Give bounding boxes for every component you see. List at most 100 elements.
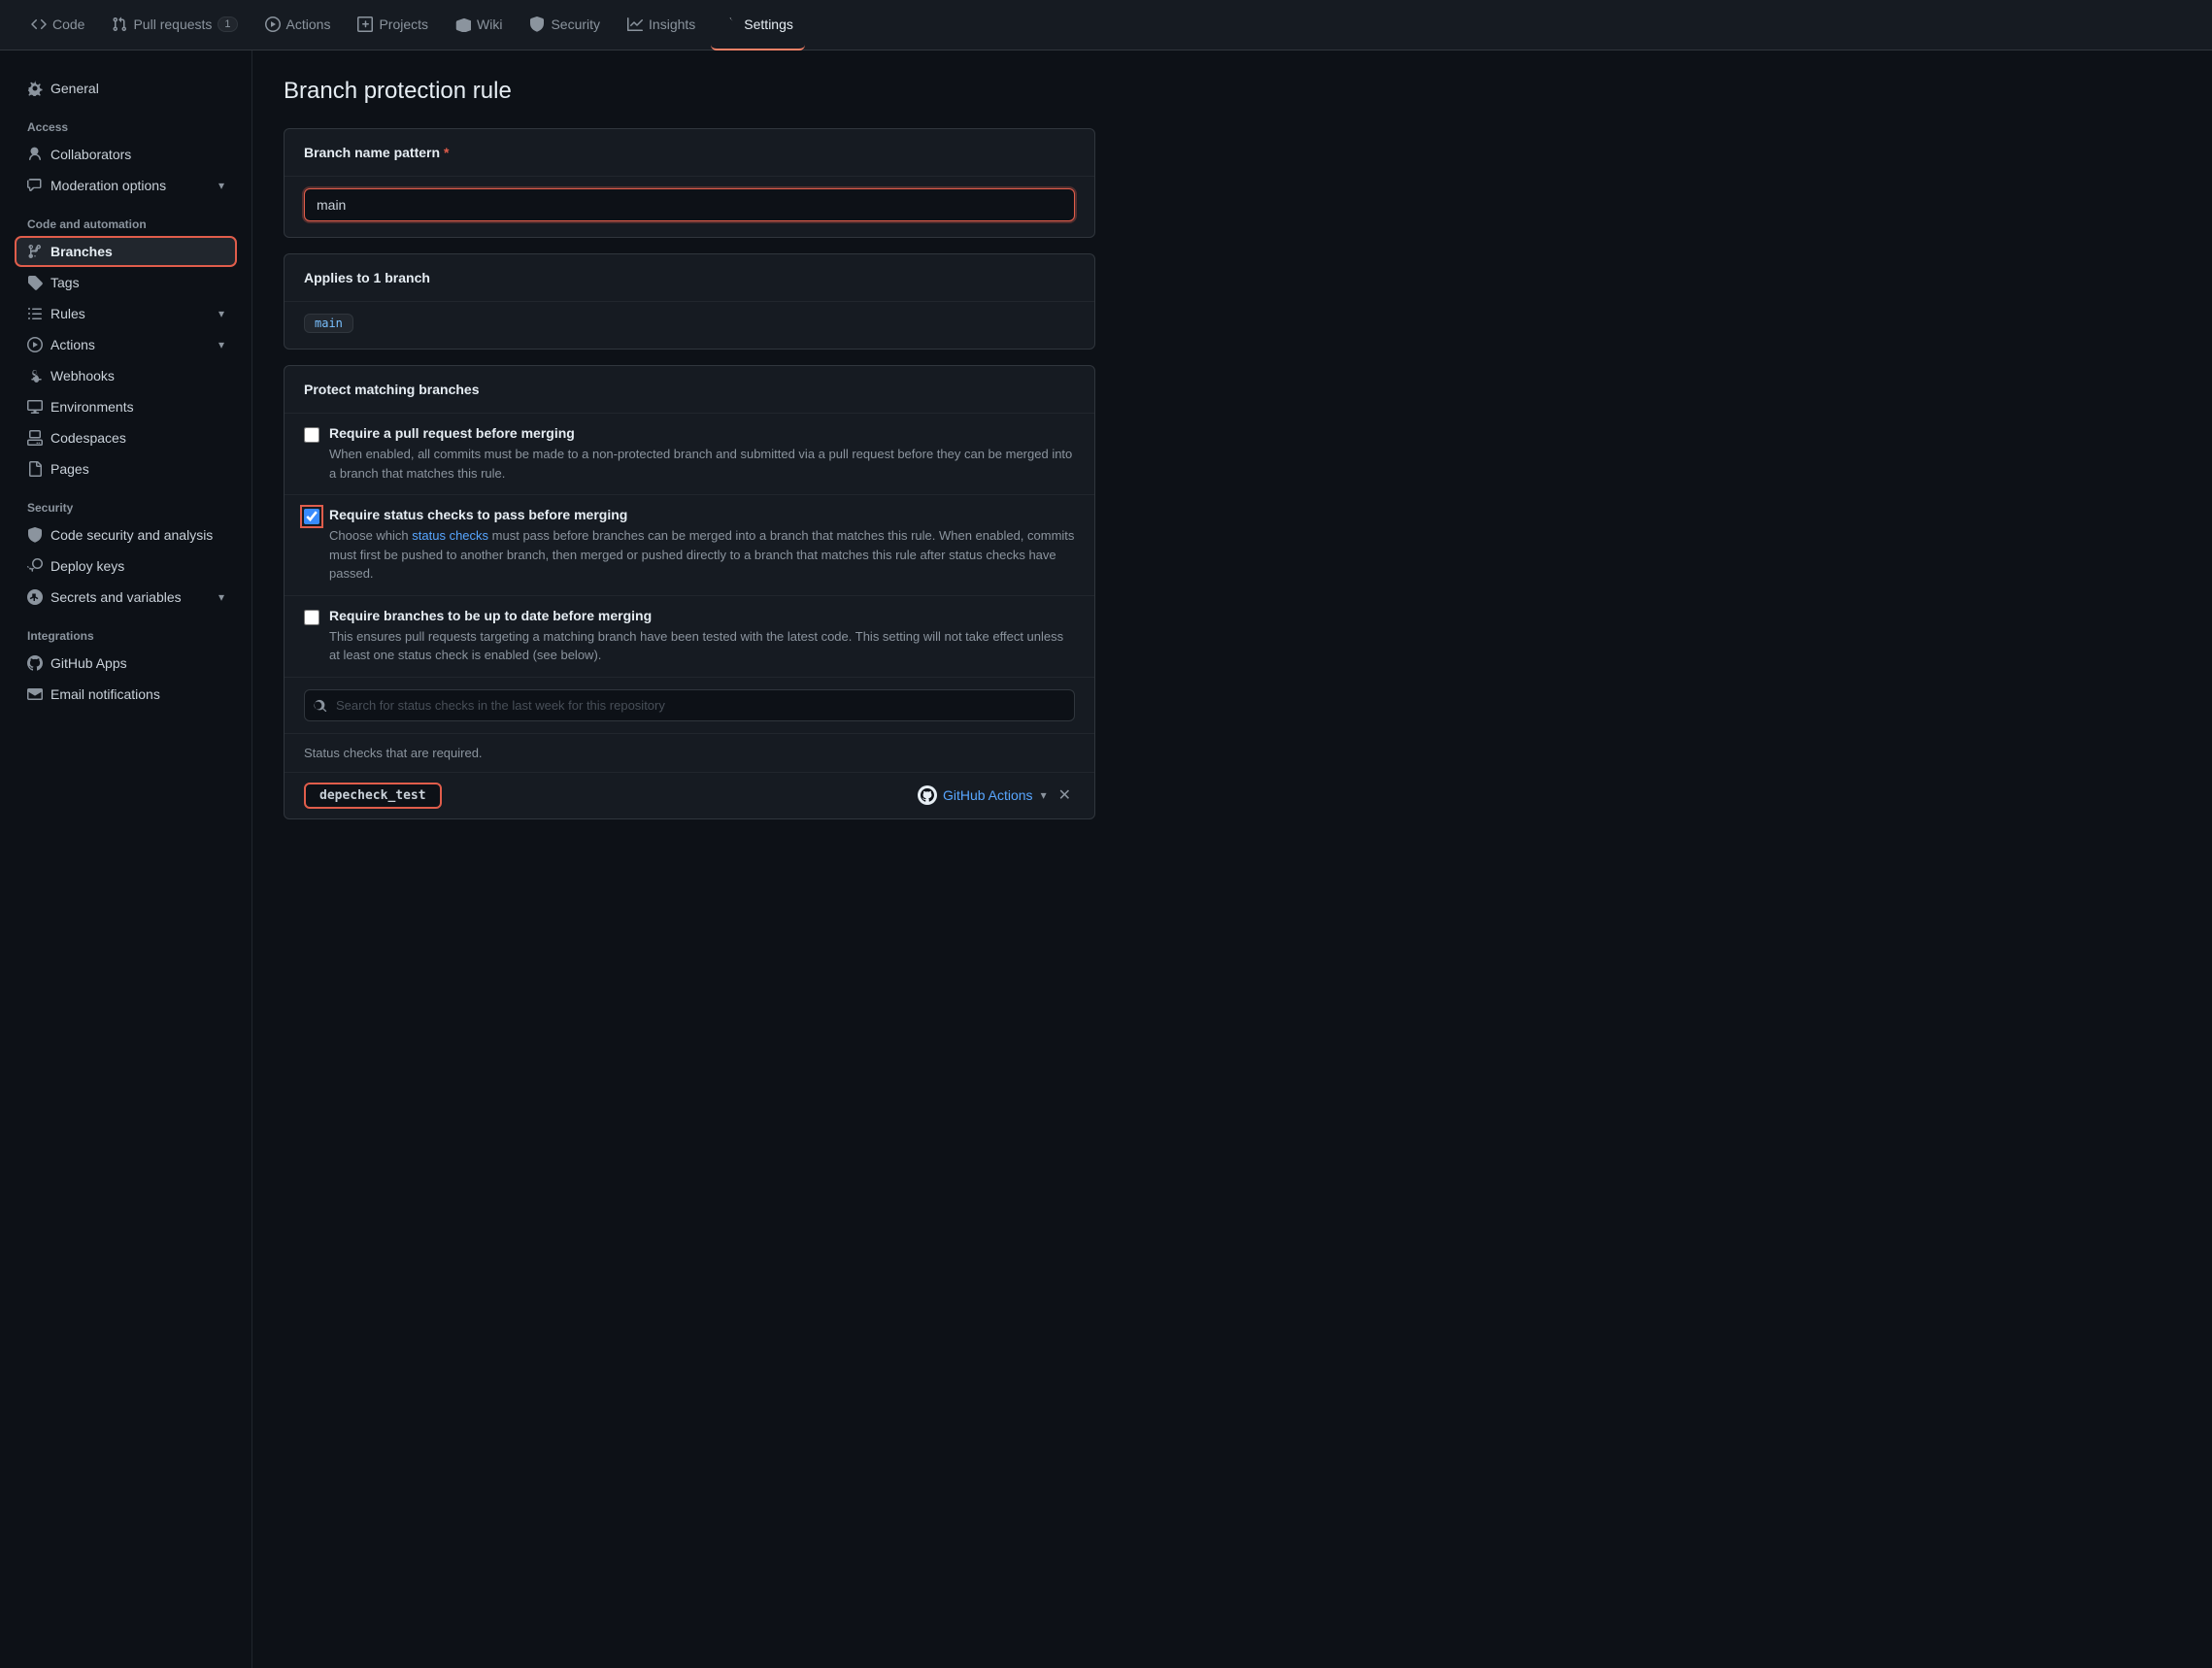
require-uptodate-label[interactable]: Require branches to be up to date before… (329, 608, 652, 623)
sidebar-webhooks-label: Webhooks (50, 368, 115, 384)
require-uptodate-desc: This ensures pull requests targeting a m… (329, 627, 1075, 665)
sidebar-code-security-label: Code security and analysis (50, 527, 213, 543)
sidebar-item-pages[interactable]: Pages (16, 454, 236, 484)
sidebar-section-access: Access (16, 105, 236, 140)
environment-icon (27, 399, 43, 415)
sidebar-item-code-security[interactable]: Code security and analysis (16, 520, 236, 550)
require-pr-label[interactable]: Require a pull request before merging (329, 425, 575, 441)
status-checks-box: Status checks that are required. (285, 734, 1094, 773)
branch-name-label: Branch name pattern (304, 145, 440, 160)
nav-code[interactable]: Code (19, 0, 96, 50)
sidebar-item-codespaces[interactable]: Codespaces (16, 423, 236, 452)
sidebar-branches-label: Branches (50, 244, 113, 259)
branch-name-input[interactable] (304, 188, 1075, 221)
status-checks-required-label: Status checks that are required. (304, 746, 483, 760)
protect-card: Protect matching branches Require a pull… (284, 365, 1095, 819)
sidebar-item-branches[interactable]: Branches (16, 237, 236, 266)
nav-wiki[interactable]: Wiki (444, 0, 514, 50)
require-status-checks-option: Require status checks to pass before mer… (285, 495, 1094, 596)
applies-card: Applies to 1 branch main (284, 253, 1095, 350)
pages-icon (27, 461, 43, 477)
apps-icon (27, 655, 43, 671)
github-actions-text: GitHub Actions (943, 787, 1033, 803)
sidebar-section-security: Security (16, 485, 236, 520)
nav-settings-label: Settings (744, 17, 793, 32)
sidebar-item-collaborators[interactable]: Collaborators (16, 140, 236, 169)
sidebar-item-email-notifications[interactable]: Email notifications (16, 680, 236, 709)
nav-code-label: Code (52, 17, 84, 32)
sidebar-item-tags[interactable]: Tags (16, 268, 236, 297)
branch-tag: main (304, 314, 353, 333)
list-icon (27, 306, 43, 321)
sidebar-environments-label: Environments (50, 399, 134, 415)
github-icon (918, 785, 937, 805)
asterisk-icon (27, 589, 43, 605)
chevron-down-icon: ▾ (218, 590, 224, 604)
top-navigation: Code Pull requests 1 Actions Projects Wi… (0, 0, 2212, 50)
branch-name-header: Branch name pattern * (285, 129, 1094, 177)
person-icon (27, 147, 43, 162)
sidebar-section-integrations: Integrations (16, 614, 236, 649)
sidebar-rules-label: Rules (50, 306, 85, 321)
search-wrapper (285, 678, 1094, 734)
sidebar-pages-label: Pages (50, 461, 89, 477)
mail-icon (27, 686, 43, 702)
sidebar-github-apps-label: GitHub Apps (50, 655, 127, 671)
sidebar-item-github-apps[interactable]: GitHub Apps (16, 649, 236, 678)
nav-pr-label: Pull requests (133, 17, 212, 32)
required-star: * (444, 145, 449, 160)
codespaces-icon (27, 430, 43, 446)
sidebar-item-actions[interactable]: Actions ▾ (16, 330, 236, 359)
shield-icon (27, 527, 43, 543)
sidebar-item-webhooks[interactable]: Webhooks (16, 361, 236, 390)
require-pr-desc: When enabled, all commits must be made t… (329, 445, 1075, 483)
sidebar-deploy-keys-label: Deploy keys (50, 558, 124, 574)
sidebar-email-label: Email notifications (50, 686, 160, 702)
require-pr-option: Require a pull request before merging Wh… (285, 414, 1094, 495)
require-status-label[interactable]: Require status checks to pass before mer… (329, 507, 627, 522)
sidebar-tags-label: Tags (50, 275, 80, 290)
require-status-desc: Choose which status checks must pass bef… (329, 526, 1075, 584)
nav-security[interactable]: Security (518, 0, 612, 50)
status-checks-link[interactable]: status checks (412, 528, 488, 543)
sidebar-actions-label: Actions (50, 337, 95, 352)
nav-actions-label: Actions (286, 17, 331, 32)
nav-insights-label: Insights (649, 17, 695, 32)
nav-settings[interactable]: Settings (711, 0, 805, 50)
depecheck-tag: depecheck_test (304, 783, 442, 809)
comment-icon (27, 178, 43, 193)
nav-pull-requests[interactable]: Pull requests 1 (100, 0, 249, 50)
git-branch-icon (27, 244, 43, 259)
sidebar-moderation-label: Moderation options (50, 178, 166, 193)
nav-wiki-label: Wiki (477, 17, 502, 32)
require-up-to-date-option: Require branches to be up to date before… (285, 596, 1094, 678)
depecheck-right: GitHub Actions ▾ ✕ (918, 784, 1075, 807)
sidebar: General Access Collaborators Moderation … (0, 50, 252, 1668)
nav-actions[interactable]: Actions (253, 0, 343, 50)
sidebar-item-deploy-keys[interactable]: Deploy keys (16, 551, 236, 581)
sidebar-item-rules[interactable]: Rules ▾ (16, 299, 236, 328)
github-actions-label[interactable]: GitHub Actions (918, 785, 1033, 805)
applies-header: Applies to 1 branch (285, 254, 1094, 302)
require-uptodate-checkbox[interactable] (304, 610, 319, 625)
page-layout: General Access Collaborators Moderation … (0, 50, 2212, 1668)
sidebar-codespaces-label: Codespaces (50, 430, 126, 446)
nav-projects[interactable]: Projects (346, 0, 440, 50)
require-pr-checkbox[interactable] (304, 427, 319, 443)
sidebar-item-secrets[interactable]: Secrets and variables ▾ (16, 583, 236, 612)
branch-input-wrapper (285, 177, 1094, 237)
chevron-down-icon: ▾ (218, 307, 224, 320)
require-status-checkbox[interactable] (304, 509, 319, 524)
applies-body: main (285, 302, 1094, 349)
branch-name-card: Branch name pattern * (284, 128, 1095, 238)
sidebar-item-moderation[interactable]: Moderation options ▾ (16, 171, 236, 200)
search-icon (314, 697, 327, 713)
key-icon (27, 558, 43, 574)
close-button[interactable]: ✕ (1055, 784, 1075, 807)
sidebar-item-environments[interactable]: Environments (16, 392, 236, 421)
sidebar-item-general[interactable]: General (16, 74, 236, 103)
status-check-search[interactable] (304, 689, 1075, 721)
nav-insights[interactable]: Insights (616, 0, 707, 50)
gear-icon (27, 81, 43, 96)
dropdown-arrow-icon[interactable]: ▾ (1041, 788, 1047, 802)
